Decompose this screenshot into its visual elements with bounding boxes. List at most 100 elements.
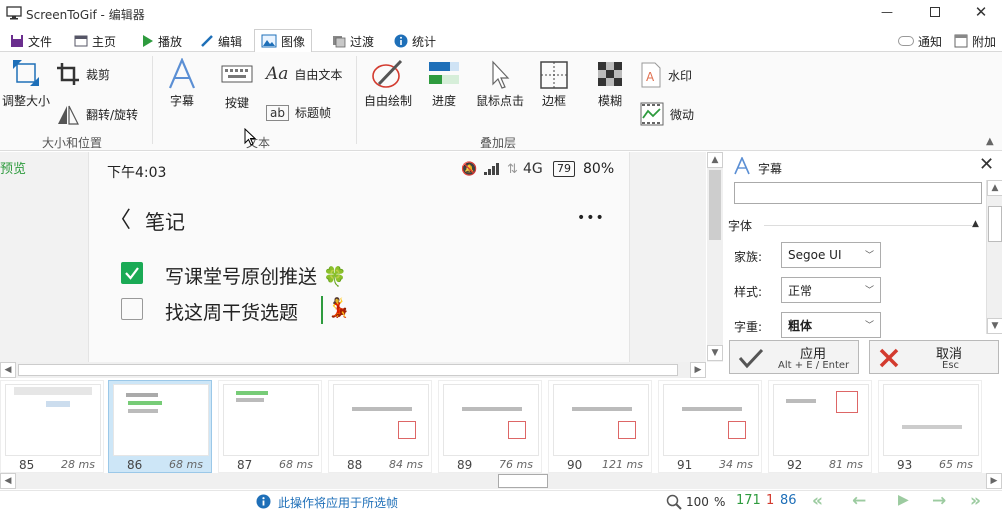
frame-item[interactable]: 91 34 ms bbox=[658, 380, 762, 473]
scroll-right-icon[interactable]: ▶ bbox=[986, 473, 1002, 489]
tab-transitions[interactable]: 过渡 bbox=[326, 30, 380, 52]
frame-delay: 34 ms bbox=[719, 458, 753, 471]
preview-canvas: 预览 下午4:03 🔕 ⇅ 4G 79 80% 〈 笔记 ••• 写课堂号原创推… bbox=[0, 152, 706, 362]
ribbon-tabs: 文件 主页 播放 编辑 图像 过渡 统计 通知 附加 bbox=[0, 28, 1002, 53]
section-collapse-icon[interactable]: ▲ bbox=[972, 219, 979, 229]
tab-file[interactable]: 文件 bbox=[4, 30, 58, 52]
border-label: 边框 bbox=[541, 94, 566, 108]
flip-rotate-button[interactable]: 翻转/旋转 bbox=[56, 102, 138, 126]
free-text-icon: Aa bbox=[266, 64, 289, 84]
tab-home[interactable]: 主页 bbox=[68, 30, 122, 52]
frame-item[interactable]: 92 81 ms bbox=[768, 380, 872, 473]
tab-edit[interactable]: 编辑 bbox=[194, 30, 248, 52]
font-family-select[interactable]: Segoe UI ﹀ bbox=[781, 242, 881, 268]
scroll-left-icon[interactable]: ◀ bbox=[0, 362, 16, 378]
frame-item[interactable]: 86 68 ms bbox=[108, 380, 212, 473]
minimize-icon: — bbox=[881, 5, 893, 19]
collapse-ribbon-icon[interactable]: ▲ bbox=[986, 136, 994, 147]
first-frame-icon[interactable]: « bbox=[812, 491, 823, 511]
watermark-button[interactable]: A 水印 bbox=[640, 62, 692, 88]
play-icon bbox=[143, 35, 153, 47]
free-text-label: 自由文本 bbox=[294, 67, 343, 82]
frame-item[interactable]: 93 65 ms bbox=[878, 380, 982, 473]
tab-edit-label: 编辑 bbox=[218, 34, 243, 49]
free-text-button[interactable]: Aa 自由文本 bbox=[266, 64, 342, 84]
mouse-click-button[interactable]: 鼠标点击 bbox=[470, 60, 530, 109]
zoom-value[interactable]: 100 bbox=[686, 495, 709, 509]
signal-icon bbox=[484, 163, 499, 175]
caption-button[interactable]: 字幕 bbox=[158, 58, 206, 109]
attach-button[interactable]: 附加 bbox=[948, 30, 1002, 52]
tab-playback[interactable]: 播放 bbox=[134, 30, 188, 52]
preview-horizontal-scrollbar[interactable]: ◀ ▶ bbox=[0, 362, 706, 378]
scroll-up-icon[interactable]: ▲ bbox=[707, 152, 723, 168]
frames-horizontal-scrollbar[interactable]: ◀ ▶ bbox=[0, 473, 1002, 489]
blur-button[interactable]: 模糊 bbox=[592, 60, 628, 109]
progress-button[interactable]: 进度 bbox=[422, 60, 466, 109]
previous-frame-icon[interactable]: ← bbox=[852, 491, 866, 511]
font-family-value: Segoe UI bbox=[788, 248, 842, 262]
scroll-down-icon[interactable]: ▼ bbox=[707, 345, 723, 361]
frame-delay: 28 ms bbox=[61, 458, 95, 471]
tab-statistics-label: 统计 bbox=[412, 34, 437, 49]
note-title: 笔记 bbox=[145, 210, 185, 234]
apply-shortcut: Alt + E / Enter bbox=[778, 360, 850, 371]
minimize-button[interactable]: — bbox=[864, 0, 910, 24]
title-frame-button[interactable]: ab 标题帧 bbox=[266, 104, 331, 121]
scroll-thumb[interactable] bbox=[498, 474, 548, 488]
tab-transitions-label: 过渡 bbox=[350, 34, 375, 49]
tab-image[interactable]: 图像 bbox=[254, 29, 313, 53]
back-arrow-icon: 〈 bbox=[109, 208, 132, 233]
frame-item[interactable]: 87 68 ms bbox=[218, 380, 322, 473]
close-button[interactable]: ✕ bbox=[958, 0, 1002, 24]
panel-scrollbar[interactable]: ▲ ▼ bbox=[986, 180, 1002, 334]
play-frame-icon[interactable]: ▶ bbox=[898, 492, 909, 508]
frame-number: 91 bbox=[677, 458, 693, 472]
zoom-unit: % bbox=[714, 495, 726, 509]
scroll-left-icon[interactable]: ◀ bbox=[0, 473, 16, 489]
frame-number: 93 bbox=[897, 458, 913, 472]
frame-item[interactable]: 90 121 ms bbox=[548, 380, 652, 473]
preview-vertical-scrollbar[interactable]: ▲ bbox=[707, 152, 723, 362]
scroll-down-icon[interactable]: ▼ bbox=[987, 318, 1002, 334]
caption-icon bbox=[734, 157, 750, 175]
mute-icon: 🔕 bbox=[461, 162, 478, 177]
caption-text-input[interactable] bbox=[734, 182, 982, 204]
cancel-button[interactable]: 取消 Esc bbox=[869, 340, 999, 374]
save-icon bbox=[11, 35, 23, 47]
font-style-value: 正常 bbox=[788, 283, 813, 298]
apply-button[interactable]: 应用 Alt + E / Enter bbox=[729, 340, 859, 374]
panel-close-icon[interactable]: ✕ bbox=[979, 154, 994, 175]
chevron-down-icon: ﹀ bbox=[864, 286, 874, 296]
resize-button[interactable]: 调整大小 bbox=[0, 58, 52, 109]
crop-button[interactable]: 裁剪 bbox=[56, 62, 110, 86]
frame-thumbnail bbox=[663, 384, 759, 456]
free-drawing-button[interactable]: 自由绘制 bbox=[360, 58, 416, 109]
image-icon bbox=[261, 34, 277, 48]
notify-button[interactable]: 通知 bbox=[892, 30, 948, 52]
last-frame-icon[interactable]: » bbox=[970, 491, 981, 511]
font-weight-select[interactable]: 粗体 ﹀ bbox=[781, 312, 881, 338]
next-frame-icon[interactable]: → bbox=[932, 491, 946, 511]
scroll-thumb[interactable] bbox=[18, 364, 678, 376]
keystrokes-button[interactable]: 按键 bbox=[214, 62, 260, 111]
scroll-thumb[interactable] bbox=[988, 206, 1002, 242]
font-style-select[interactable]: 正常 ﹀ bbox=[781, 277, 881, 303]
scroll-right-icon[interactable]: ▶ bbox=[690, 362, 706, 378]
title-frame-icon: ab bbox=[266, 104, 289, 121]
scroll-thumb[interactable] bbox=[709, 170, 721, 240]
cinemagraph-button[interactable]: 微动 bbox=[640, 102, 694, 126]
frame-item[interactable]: 89 76 ms bbox=[438, 380, 542, 473]
frame-item[interactable]: 85 28 ms bbox=[0, 380, 104, 473]
border-button[interactable]: 边框 bbox=[536, 60, 572, 109]
dancer-emoji-icon: 💃 bbox=[327, 297, 351, 319]
tab-statistics[interactable]: 统计 bbox=[388, 30, 442, 52]
maximize-button[interactable] bbox=[912, 0, 958, 24]
ribbon-panel: 调整大小 裁剪 翻转/旋转 大小和位置 字幕 按键 Aa 自由文本 ab 标题帧… bbox=[0, 52, 1002, 151]
scroll-up-icon[interactable]: ▲ bbox=[987, 180, 1002, 196]
flip-label: 翻转/旋转 bbox=[86, 107, 139, 122]
tab-file-label: 文件 bbox=[28, 34, 53, 49]
frame-thumbnail bbox=[5, 384, 101, 456]
frame-item[interactable]: 88 84 ms bbox=[328, 380, 432, 473]
frame-thumbnail bbox=[223, 384, 319, 456]
